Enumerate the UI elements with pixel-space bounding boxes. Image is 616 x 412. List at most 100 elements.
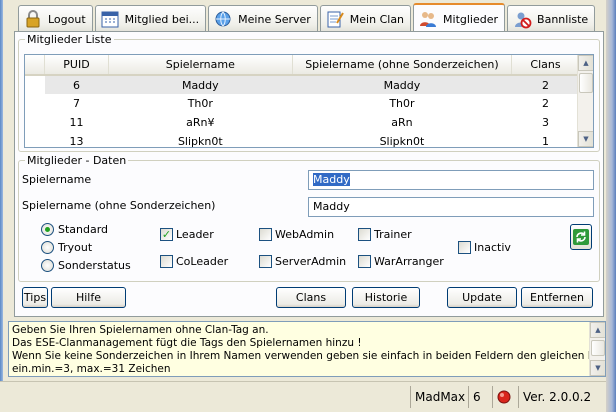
members-table[interactable]: PUID Spielername Spielername (ohne Sonde… [24, 54, 594, 148]
arrow-down-icon: ▼ [595, 363, 601, 372]
checkbox-wararranger[interactable]: WarArranger [358, 255, 444, 268]
tab-label: Meine Server [238, 12, 311, 26]
scroll-down-button[interactable]: ▼ [578, 131, 593, 147]
table-row[interactable]: 11 aRn¥ aRn 3 [25, 113, 580, 132]
arrow-up-icon: ▲ [583, 59, 589, 67]
checkbox-trainer[interactable]: Trainer [358, 228, 412, 241]
radio-sonderstatus[interactable]: Sonderstatus [41, 259, 131, 272]
status-bar: MadMax 6 Ver. 2.0.0.2 [0, 381, 606, 412]
cell-name: Maddy [108, 75, 293, 94]
radio-label: Tryout [58, 241, 93, 254]
column-clans[interactable]: Clans [511, 55, 580, 76]
refresh-button[interactable] [570, 224, 592, 250]
member-data-legend: Mitglieder - Daten [27, 154, 127, 167]
column-spielername[interactable]: Spielername [108, 55, 293, 76]
checkbox-box [160, 255, 173, 268]
clans-button[interactable]: Clans [276, 287, 346, 308]
radio-indicator [41, 241, 54, 254]
checkbox-box [358, 255, 371, 268]
info-line: Wenn Sie keine Sonderzeichen in Ihrem Na… [12, 350, 606, 362]
cell-clans: 2 [542, 97, 549, 110]
arrow-down-icon: ▼ [583, 135, 589, 143]
hilfe-button[interactable]: Hilfe [51, 287, 126, 308]
status-count: 6 [468, 386, 490, 408]
plain-name-input-value: Maddy [313, 200, 350, 213]
cell-name: aRn¥ [186, 116, 215, 129]
ban-icon [512, 9, 532, 29]
status-light [492, 386, 516, 408]
cell-clans: 3 [542, 116, 549, 129]
name-input-value: Maddy [313, 173, 350, 186]
radio-standard[interactable]: Standard [41, 223, 108, 236]
checkbox-box [259, 228, 272, 241]
update-button[interactable]: Update [447, 287, 517, 308]
checkbox-inactiv[interactable]: Inactiv [458, 241, 511, 254]
checkbox-webadmin[interactable]: WebAdmin [259, 228, 334, 241]
tab-mitglieder[interactable]: Mitglieder [413, 3, 506, 33]
cell-name: Slipkn0t [177, 135, 223, 148]
checkbox-label: WarArranger [374, 255, 444, 268]
column-puid[interactable]: PUID [44, 55, 109, 76]
cell-puid: 6 [44, 75, 109, 94]
scroll-up-button[interactable]: ▲ [578, 55, 593, 71]
tab-logout[interactable]: Logout [18, 5, 93, 32]
scroll-thumb[interactable] [591, 340, 605, 356]
radio-tryout[interactable]: Tryout [41, 241, 92, 254]
cell-plain: aRn [391, 116, 413, 129]
scroll-down-button[interactable]: ▼ [590, 360, 605, 376]
info-line: Geben Sie Ihren Spielernamen ohne Clan-T… [12, 324, 269, 336]
radio-label: Standard [58, 223, 109, 236]
checkbox-box [358, 228, 371, 241]
table-row[interactable]: 6 Maddy Maddy 2 [25, 75, 580, 94]
radio-label: Sonderstatus [58, 259, 131, 272]
name-input[interactable]: Maddy [308, 170, 594, 190]
cell-puid: 13 [69, 135, 84, 148]
calendar-icon [100, 9, 120, 29]
checkbox-box [259, 255, 272, 268]
checkbox-leader[interactable]: ✓ Leader [160, 228, 214, 241]
scroll-thumb[interactable] [579, 73, 593, 93]
checkbox-box [458, 241, 471, 254]
cell-puid: 7 [72, 97, 80, 110]
plain-name-label: Spielername (ohne Sonderzeichen) [22, 199, 216, 212]
table-header: PUID Spielername Spielername (ohne Sonde… [25, 55, 580, 76]
table-scrollbar[interactable]: ▲ ▼ [577, 55, 593, 147]
status-light-icon [497, 390, 511, 404]
cell-plain: Maddy [292, 75, 512, 94]
tab-bannliste[interactable]: Bannliste [507, 5, 596, 32]
cell-clans: 2 [511, 75, 580, 94]
checkbox-label: Inactiv [474, 241, 511, 254]
tab-mitglied-bei[interactable]: Mitglied bei... [94, 5, 207, 32]
info-line: ein.min.=3, max.=31 Zeichen [12, 363, 171, 375]
historie-button[interactable]: Historie [352, 287, 420, 308]
window-right-edge [606, 0, 616, 412]
entfernen-button[interactable]: Entfernen [521, 287, 593, 308]
column-spielername-plain[interactable]: Spielername (ohne Sonderzeichen) [292, 55, 513, 76]
scroll-up-button[interactable]: ▲ [590, 322, 605, 338]
checkbox-label: ServerAdmin [275, 255, 347, 268]
tab-bar: Logout Mitglied bei... Meine Server Mein… [18, 2, 597, 33]
plain-name-input[interactable]: Maddy [308, 197, 594, 217]
cell-plain: Slipkn0t [379, 135, 425, 148]
tips-button[interactable]: Tips [22, 287, 48, 308]
row-indicator [25, 113, 45, 132]
status-user: MadMax [410, 386, 466, 408]
info-line: Das ESE-Clanmanagement fügt die Tags den… [12, 337, 362, 349]
tab-meine-server[interactable]: Meine Server [208, 5, 318, 32]
checkbox-label: Leader [176, 228, 214, 241]
app-window: Logout Mitglied bei... Meine Server Mein… [0, 0, 616, 412]
row-indicator [25, 94, 45, 113]
window-left-edge [0, 0, 3, 412]
table-row[interactable]: 7 Th0r Th0r 2 [25, 94, 580, 113]
cell-puid: 11 [69, 116, 84, 129]
info-text-box[interactable]: Geben Sie Ihren Spielernamen ohne Clan-T… [8, 321, 606, 377]
server-icon [213, 9, 233, 29]
table-row[interactable]: 13 Slipkn0t Slipkn0t 1 [25, 132, 580, 148]
tab-label: Bannliste [537, 12, 589, 26]
tab-label: Logout [48, 12, 86, 26]
info-scrollbar[interactable]: ▲ ▼ [589, 322, 605, 376]
tab-mein-clan[interactable]: Mein Clan [319, 5, 412, 32]
checkbox-coleader[interactable]: CoLeader [160, 255, 228, 268]
checkbox-serveradmin[interactable]: ServerAdmin [259, 255, 346, 268]
radio-indicator [41, 259, 54, 272]
